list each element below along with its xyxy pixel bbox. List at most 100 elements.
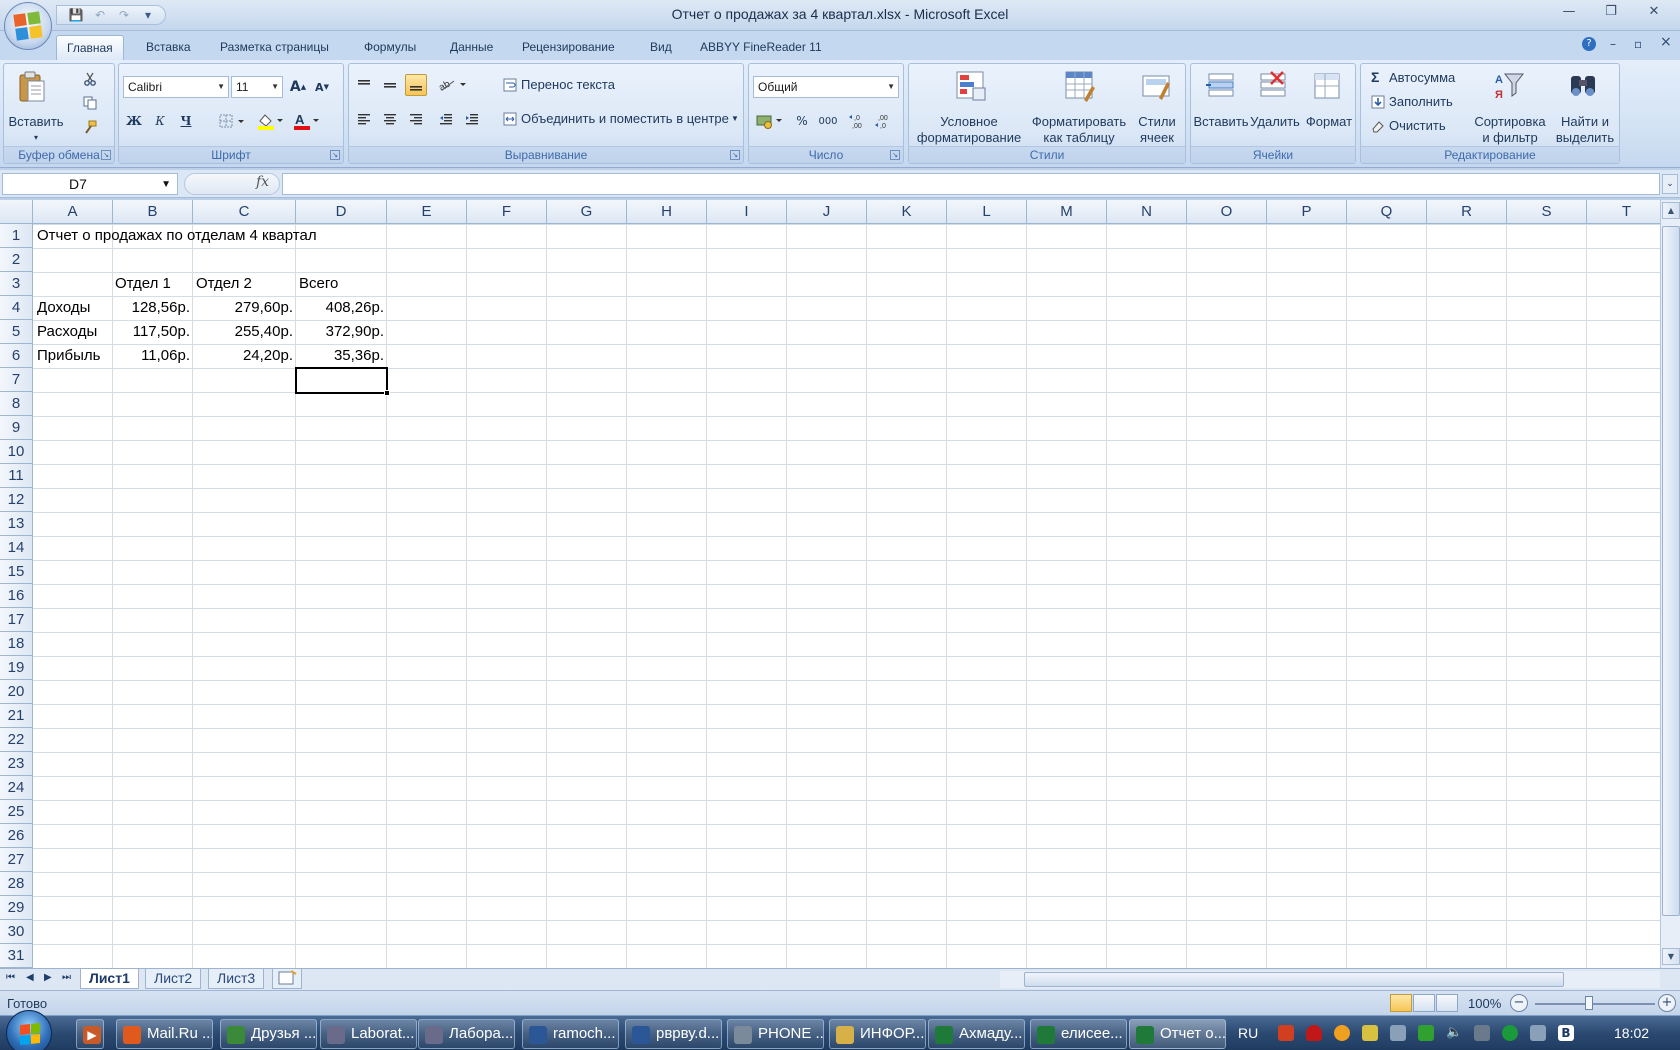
paste-icon[interactable] xyxy=(16,70,48,102)
conditional-formatting-line2[interactable]: форматирование xyxy=(911,130,1027,146)
taskbar-item[interactable]: Отчет о... xyxy=(1129,1019,1226,1049)
formula-input[interactable] xyxy=(282,173,1660,195)
clipboard-launcher-icon[interactable]: ↘ xyxy=(101,150,111,160)
cell-d5-value[interactable]: 372,90р. xyxy=(296,320,387,344)
row-header-14[interactable]: 14 xyxy=(0,536,33,560)
taskbar-item[interactable]: Ахмаду... xyxy=(928,1019,1025,1049)
fill-color-button[interactable] xyxy=(253,110,287,132)
cell-d3-header[interactable]: Всего xyxy=(296,272,341,296)
tab-data[interactable]: Данные xyxy=(440,35,503,61)
cell-styles-line2[interactable]: ячеек xyxy=(1131,130,1183,146)
grow-font-button[interactable]: A ▲ xyxy=(287,76,309,98)
tray-battery-icon[interactable] xyxy=(1418,1025,1434,1041)
cut-icon[interactable] xyxy=(79,68,101,90)
font-launcher-icon[interactable]: ↘ xyxy=(330,150,340,160)
page-break-view-icon[interactable] xyxy=(1436,994,1458,1012)
taskbar-item[interactable]: ИНФОР... xyxy=(829,1019,926,1049)
sort-filter-icon[interactable]: АЯ xyxy=(1493,70,1525,102)
column-header-f[interactable]: F xyxy=(467,200,547,224)
zoom-out-icon[interactable]: − xyxy=(1510,994,1528,1012)
column-header-m[interactable]: M xyxy=(1027,200,1107,224)
merge-center-button[interactable]: Объединить и поместить в центре xyxy=(521,111,729,127)
merge-center-icon[interactable] xyxy=(499,108,521,130)
underline-button[interactable]: Ч xyxy=(175,110,197,132)
prev-sheet-icon[interactable]: ◀ xyxy=(26,972,34,983)
next-sheet-icon[interactable]: ▶ xyxy=(44,972,52,983)
row-header-13[interactable]: 13 xyxy=(0,512,33,536)
format-cells-icon[interactable] xyxy=(1311,70,1343,102)
row-header-3[interactable]: 3 xyxy=(0,272,33,296)
zoom-level[interactable]: 100% xyxy=(1468,996,1501,1011)
tab-home[interactable]: Главная xyxy=(56,35,124,61)
eraser-icon[interactable] xyxy=(1367,115,1389,137)
spreadsheet-grid[interactable]: ABCDEFGHIJKLMNOPQRST 1 2 3 4 5 6 7 8 9 10 11 12 13 14… xyxy=(0,200,1660,968)
increase-decimal-icon[interactable]: ,0,00 xyxy=(847,110,869,132)
ribbon-minimize-button[interactable]: – xyxy=(1610,37,1616,51)
tray-app-icon[interactable] xyxy=(1278,1025,1294,1041)
column-header-r[interactable]: R xyxy=(1427,200,1507,224)
align-bottom-icon[interactable] xyxy=(405,74,427,96)
column-header-n[interactable]: N xyxy=(1107,200,1187,224)
wrap-text-icon[interactable] xyxy=(499,74,521,96)
volume-icon[interactable]: 🔈 xyxy=(1446,1025,1462,1041)
cell-a1-title[interactable]: Отчет о продажах по отделам 4 квартал xyxy=(34,224,320,248)
copy-icon[interactable] xyxy=(79,92,101,114)
column-header-h[interactable]: H xyxy=(627,200,707,224)
font-color-button[interactable]: A xyxy=(289,110,323,132)
taskbar-item[interactable]: елисее... xyxy=(1030,1019,1127,1049)
column-header-c[interactable]: C xyxy=(193,200,296,224)
tab-insert[interactable]: Вставка xyxy=(136,35,201,61)
row-header-25[interactable]: 25 xyxy=(0,800,33,824)
row-header-17[interactable]: 17 xyxy=(0,608,33,632)
row-header-16[interactable]: 16 xyxy=(0,584,33,608)
first-sheet-icon[interactable]: ⏮ xyxy=(6,972,15,983)
format-as-table-line2[interactable]: как таблицу xyxy=(1027,130,1131,146)
sheet-tab-2[interactable]: Лист2 xyxy=(145,969,202,989)
cell-b3-header[interactable]: Отдел 1 xyxy=(112,272,174,296)
delete-cells-button[interactable]: Удалить xyxy=(1247,114,1303,130)
tray-b-icon[interactable]: B xyxy=(1558,1025,1574,1041)
conditional-formatting-icon[interactable] xyxy=(955,70,987,102)
sort-filter-line2[interactable]: и фильтр xyxy=(1467,130,1553,146)
select-all-corner[interactable] xyxy=(0,200,33,224)
language-indicator[interactable]: RU xyxy=(1238,1025,1258,1041)
zoom-in-icon[interactable]: + xyxy=(1658,994,1676,1012)
cell-b5-value[interactable]: 117,50р. xyxy=(113,320,193,344)
cell-a4-label[interactable]: Доходы xyxy=(34,296,93,320)
tray-monitor-icon[interactable] xyxy=(1530,1025,1546,1041)
delete-cells-icon[interactable] xyxy=(1257,70,1289,102)
row-header-18[interactable]: 18 xyxy=(0,632,33,656)
row-header-4[interactable]: 4 xyxy=(0,296,33,320)
row-header-9[interactable]: 9 xyxy=(0,416,33,440)
tab-review[interactable]: Рецензирование xyxy=(512,35,625,61)
antivirus-shield-icon[interactable] xyxy=(1306,1025,1322,1041)
taskbar-item[interactable]: PHONE ... xyxy=(727,1019,824,1049)
scroll-down-icon[interactable]: ▼ xyxy=(1662,948,1680,965)
align-center-icon[interactable] xyxy=(379,108,401,130)
orientation-icon[interactable]: ab xyxy=(435,74,471,96)
cell-c4-value[interactable]: 279,60р. xyxy=(193,296,296,320)
vertical-scroll-thumb[interactable] xyxy=(1662,226,1680,916)
office-button[interactable] xyxy=(4,2,52,50)
last-sheet-icon[interactable]: ⏭ xyxy=(62,972,71,983)
taskbar-item[interactable]: ramoch... xyxy=(522,1019,619,1049)
format-cells-button[interactable]: Формат xyxy=(1301,114,1357,130)
sort-filter-line1[interactable]: Сортировка xyxy=(1467,114,1553,130)
align-right-icon[interactable] xyxy=(405,108,427,130)
cell-c3-header[interactable]: Отдел 2 xyxy=(193,272,255,296)
minimize-button[interactable]: — xyxy=(1548,0,1590,22)
name-box[interactable]: D7 ▼ xyxy=(2,173,178,195)
fill-down-icon[interactable] xyxy=(1367,91,1389,113)
horizontal-scrollbar[interactable] xyxy=(1000,971,1660,988)
number-format-combo[interactable]: Общий ▼ xyxy=(753,76,899,98)
row-header-12[interactable]: 12 xyxy=(0,488,33,512)
row-header-24[interactable]: 24 xyxy=(0,776,33,800)
decrease-indent-icon[interactable] xyxy=(435,108,457,130)
conditional-formatting-line1[interactable]: Условное xyxy=(911,114,1027,130)
row-header-7[interactable]: 7 xyxy=(0,368,33,392)
taskbar-item[interactable]: Друзья ... xyxy=(220,1019,317,1049)
paste-button[interactable]: Вставить xyxy=(8,114,64,130)
clock[interactable]: 18:02 xyxy=(1614,1025,1649,1041)
row-header-8[interactable]: 8 xyxy=(0,392,33,416)
row-header-20[interactable]: 20 xyxy=(0,680,33,704)
